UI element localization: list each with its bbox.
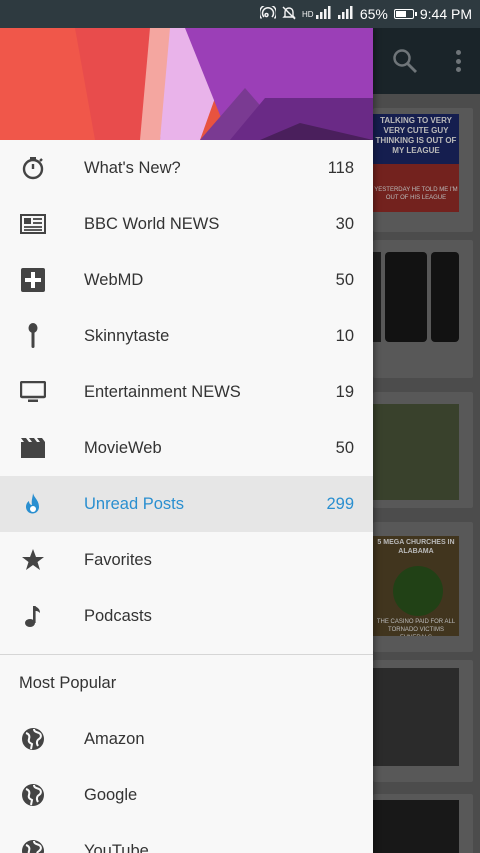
drawer-item-label: Amazon [84,729,145,748]
clapperboard-icon [20,436,46,460]
section-header: Most Popular [19,673,117,692]
stopwatch-icon [20,156,46,180]
clock: 9:44 PM [419,6,472,22]
star-icon [20,548,46,572]
drawer-item-label: BBC World NEWS [84,214,220,233]
spoon-icon [20,323,46,348]
music-note-icon [20,604,46,628]
battery-percent: 65% [359,6,388,22]
drawer-item-podcasts[interactable]: Podcasts [0,588,373,644]
drawer-item-bbc-world-news[interactable]: BBC World NEWS 30 [0,196,373,252]
silent-icon [282,6,296,23]
battery-icon [393,9,417,19]
medical-cross-icon [20,268,46,292]
drawer-item-label: Google [84,785,138,804]
drawer-item-webmd[interactable]: WebMD 50 [0,252,373,308]
drawer-item-label: Entertainment NEWS [84,382,241,401]
unread-count: 299 [326,494,354,513]
drawer-item-entertainment-news[interactable]: Entertainment NEWS 19 [0,364,373,420]
svg-text:HD: HD [302,10,314,19]
drawer-list: What's New? 118 BBC World NEWS 30 WebMD … [0,140,373,853]
drawer-item-skinnytaste[interactable]: Skinnytaste 10 [0,308,373,364]
drawer-item-google[interactable]: Google [0,767,373,823]
unread-count: 50 [335,270,354,289]
drawer-item-movieweb[interactable]: MovieWeb 50 [0,420,373,476]
drawer-item-label: What's New? [84,158,181,177]
drawer-item-unread-posts[interactable]: Unread Posts 299 [0,476,373,532]
unread-count: 19 [335,382,354,401]
navigation-drawer: What's New? 118 BBC World NEWS 30 WebMD … [0,28,373,853]
drawer-item-amazon[interactable]: Amazon [0,711,373,767]
status-bar: HD 65% 9:44 PM [0,0,480,28]
drawer-item-whats-new[interactable]: What's New? 118 [0,140,373,196]
flame-icon [20,492,46,516]
drawer-item-label: Favorites [84,550,152,569]
drawer-item-label: Podcasts [84,606,152,625]
hd-signal-icon: HD [302,5,332,23]
drawer-item-youtube[interactable]: YouTube [0,823,373,853]
drawer-item-label: Unread Posts [84,494,184,513]
drawer-item-favorites[interactable]: Favorites [0,532,373,588]
globe-icon [20,783,46,807]
signal-icon [337,5,354,23]
drawer-item-label: WebMD [84,270,144,289]
unread-count: 118 [327,158,354,177]
unread-count: 50 [335,438,354,457]
monitor-icon [20,380,46,404]
drawer-header-art [0,28,373,140]
hotspot-icon [258,3,278,23]
unread-count: 30 [335,214,354,233]
globe-icon [20,727,46,751]
drawer-item-label: YouTube [84,841,149,853]
drawer-item-label: Skinnytaste [84,326,170,345]
drawer-scrim[interactable] [373,28,480,853]
globe-icon [20,839,46,853]
drawer-item-label: MovieWeb [84,438,162,457]
newspaper-icon [20,212,46,236]
unread-count: 10 [335,326,354,345]
